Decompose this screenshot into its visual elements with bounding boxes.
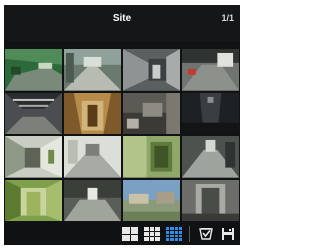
camera-tile[interactable] — [64, 49, 121, 91]
camera-tile[interactable] — [5, 179, 62, 221]
page-indicator: 1/1 — [221, 13, 234, 23]
camera-tile[interactable] — [182, 92, 239, 134]
camera-tile[interactable] — [5, 136, 62, 178]
camera-tile[interactable] — [123, 136, 180, 178]
camera-tile[interactable] — [5, 92, 62, 134]
camera-tile[interactable] — [123, 49, 180, 91]
save-icon — [222, 228, 234, 240]
grid-3x3-icon — [144, 227, 160, 241]
layout-4x4-button[interactable] — [166, 227, 182, 241]
camera-tile[interactable] — [182, 136, 239, 178]
camera-tile[interactable] — [123, 179, 180, 221]
site-title: Site — [112, 13, 132, 24]
bottom-toolbar — [4, 223, 240, 245]
camera-tile[interactable] — [64, 179, 121, 221]
camera-tile[interactable] — [182, 179, 239, 221]
camera-tile[interactable] — [5, 49, 62, 91]
camera-tile[interactable] — [182, 49, 239, 91]
grid-4x4-icon — [166, 227, 182, 241]
layout-3x3-button[interactable] — [144, 227, 160, 241]
camera-tile[interactable] — [123, 92, 180, 134]
toolbar-divider — [189, 226, 190, 242]
camera-tile[interactable] — [64, 92, 121, 134]
check-button[interactable] — [198, 227, 214, 241]
save-button[interactable] — [220, 227, 236, 241]
layout-2x2-button[interactable] — [122, 227, 138, 241]
check-shield-icon — [199, 228, 213, 240]
camera-grid — [5, 49, 239, 221]
camera-viewer: Site 1/1 — [4, 5, 240, 245]
grid-2x2-icon — [122, 227, 138, 241]
camera-tile[interactable] — [64, 136, 121, 178]
top-bar: Site 1/1 — [4, 5, 240, 41]
